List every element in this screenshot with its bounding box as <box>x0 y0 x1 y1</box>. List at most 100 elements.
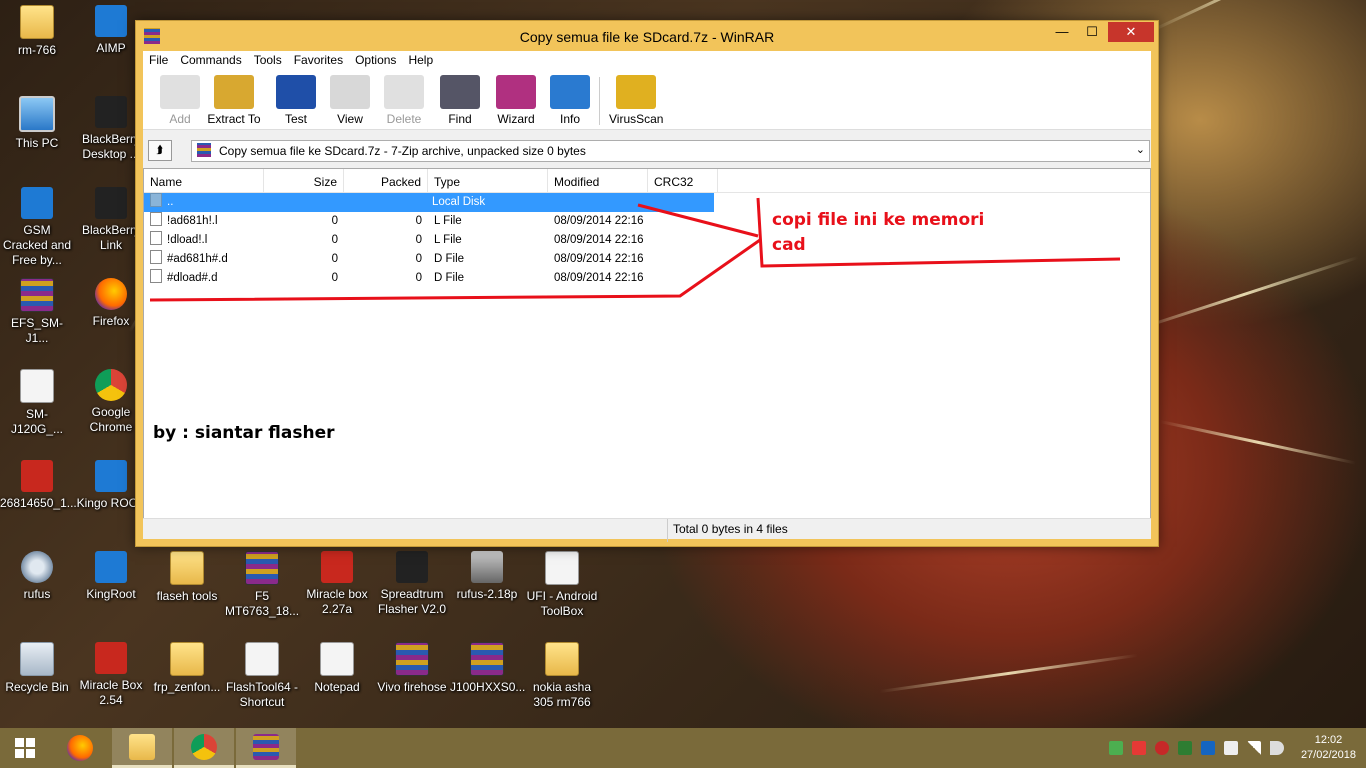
menu-options[interactable]: Options <box>349 51 402 71</box>
usb-icon <box>471 551 503 583</box>
signal-icon[interactable] <box>1246 741 1261 755</box>
extract-to-button[interactable]: Extract To <box>207 75 261 126</box>
shortcut-icon <box>245 642 279 676</box>
file-rows: .. Local Disk !ad681h!.l 0 0 L File 08/09/2014… <box>144 193 1150 288</box>
view-button[interactable]: View <box>323 75 377 126</box>
test-button[interactable]: Test <box>269 75 323 126</box>
column-header-size[interactable]: Size <box>264 169 344 192</box>
parent-folder-icon <box>150 193 162 207</box>
column-header-packed[interactable]: Packed <box>344 169 428 192</box>
taskbar-chrome[interactable] <box>174 728 234 768</box>
taskbar-winrar[interactable] <box>236 728 296 768</box>
antivirus-icon[interactable] <box>1154 741 1169 755</box>
network-share-icon[interactable] <box>1177 741 1192 755</box>
menu-favorites[interactable]: Favorites <box>288 51 349 71</box>
status-bar: Total 0 bytes in 4 files <box>143 518 1151 542</box>
battery-icon[interactable] <box>1223 741 1238 755</box>
desktop-icon-label: This PC <box>15 136 59 150</box>
drive-key-icon[interactable] <box>148 523 176 533</box>
desktop-icon[interactable]: This PC <box>0 96 74 151</box>
add-button[interactable]: Add <box>153 75 207 126</box>
table-row[interactable]: !ad681h!.l 0 0 L File 08/09/2014 22:16 <box>144 212 1150 231</box>
column-header-type[interactable]: Type <box>428 169 548 192</box>
desktop-icon[interactable]: Recycle Bin <box>0 642 74 695</box>
desktop-icon[interactable]: J100HXXS0... <box>450 642 526 695</box>
desktop-icon[interactable]: rm-766 <box>0 5 74 58</box>
flag-icon[interactable] <box>1131 741 1146 755</box>
winrar-icon <box>253 733 279 760</box>
cell-size: 0 <box>331 234 338 246</box>
menu-commands[interactable]: Commands <box>174 51 247 71</box>
menu-tools[interactable]: Tools <box>248 51 288 71</box>
find-button[interactable]: Find <box>433 75 487 126</box>
cell-name: .. <box>144 193 263 212</box>
desktop-icon[interactable]: GSM Cracked and Free by... <box>0 187 74 268</box>
table-row[interactable]: #ad681h#.d 0 0 D File 08/09/2014 22:16 <box>144 250 1150 269</box>
desktop-icon-label: UFI - Android ToolBox <box>526 589 598 618</box>
desktop-icon[interactable]: Miracle box 2.27a <box>300 551 374 617</box>
desktop-icon[interactable]: Miracle Box 2.54 <box>74 642 148 708</box>
column-header-modified[interactable]: Modified <box>548 169 648 192</box>
close-button[interactable]: ✕ <box>1108 22 1154 42</box>
chrome-icon <box>191 733 217 760</box>
delete-button[interactable]: Delete <box>377 75 431 126</box>
wizard-button[interactable]: Wizard <box>489 75 543 126</box>
desktop-icon[interactable]: frp_zenfon... <box>150 642 224 695</box>
desktop-icon-label: FlashTool64 - Shortcut <box>225 680 299 709</box>
archive-path-dropdown[interactable]: Copy semua file ke SDcard.7z - 7-Zip arc… <box>191 140 1150 162</box>
volume-icon[interactable] <box>1269 741 1284 755</box>
extract-to-icon <box>214 75 254 109</box>
desktop-icon[interactable]: nokia asha 305 rm766 <box>525 642 599 710</box>
desktop-icon[interactable]: FlashTool64 - Shortcut <box>225 642 299 710</box>
taskbar-file-explorer[interactable] <box>112 728 172 768</box>
desktop-icon[interactable]: UFI - Android ToolBox <box>525 551 599 619</box>
table-row[interactable]: !dload!.l 0 0 L File 08/09/2014 22:16 <box>144 231 1150 250</box>
cell-type: L File <box>434 215 462 227</box>
virusscan-button[interactable]: VirusScan <box>609 75 663 126</box>
desktop-icon[interactable]: SM-J120G_... <box>0 369 74 437</box>
taskbar-firefox[interactable] <box>50 728 110 768</box>
maximize-button[interactable]: ☐ <box>1078 22 1106 42</box>
address-bar: ⮭ Copy semua file ke SDcard.7z - 7-Zip a… <box>143 135 1151 165</box>
desktop-icon[interactable]: Notepad <box>300 642 374 695</box>
desktop-icon[interactable]: Spreadtrum Flasher V2.0 <box>375 551 449 617</box>
system-tray: 12:02 27/02/2018 <box>1108 728 1366 768</box>
clock[interactable]: 12:02 27/02/2018 <box>1301 733 1356 763</box>
info-icon <box>550 75 590 109</box>
column-header-name[interactable]: Name <box>144 169 264 192</box>
menu-help[interactable]: Help <box>402 51 439 71</box>
desktop-icon[interactable]: rufus-2.18p <box>450 551 524 602</box>
cell-modified: 08/09/2014 22:16 <box>554 215 644 227</box>
archive-path-text: Copy semua file ke SDcard.7z - 7-Zip arc… <box>219 144 586 158</box>
desktop-icon[interactable]: Vivo firehose <box>375 642 449 695</box>
info-button[interactable]: Info <box>543 75 597 126</box>
desktop-icon-label: J100HXXS0... <box>450 680 526 694</box>
desktop-icon[interactable]: F5 MT6763_18... <box>225 551 299 619</box>
menu-file[interactable]: File <box>143 51 174 71</box>
desktop-icon[interactable]: KingRoot <box>74 551 148 602</box>
ufi-icon <box>545 551 579 585</box>
desktop-icon[interactable]: flaseh tools <box>150 551 224 604</box>
menu-bar: File Commands Tools Favorites Options Help <box>143 51 1151 71</box>
shield-icon[interactable] <box>1108 741 1123 755</box>
bluetooth-icon[interactable] <box>1200 741 1215 755</box>
title-bar[interactable]: Copy semua file ke SDcard.7z - WinRAR — … <box>136 21 1158 51</box>
window-client: File Commands Tools Favorites Options Help Ad… <box>143 51 1151 542</box>
this-pc-icon <box>19 96 55 132</box>
desktop-icon[interactable]: 26814650_1... <box>0 460 77 511</box>
chevron-down-icon[interactable]: ⌄ <box>1136 143 1145 156</box>
up-folder-button[interactable]: ⮭ <box>148 140 172 161</box>
desktop-icon[interactable]: rufus <box>0 551 74 602</box>
desktop-icon[interactable]: EFS_SM-J1... <box>0 278 74 346</box>
desktop-icon-label: nokia asha 305 rm766 <box>532 680 592 709</box>
file-name: #ad681h#.d <box>167 253 228 265</box>
file-list[interactable]: Name Size Packed Type Modified CRC32 .. Local … <box>143 168 1151 520</box>
minimize-button[interactable]: — <box>1048 22 1076 42</box>
file-icon <box>20 369 54 403</box>
cell-modified: 08/09/2014 22:16 <box>554 272 644 284</box>
table-row[interactable]: #dload#.d 0 0 D File 08/09/2014 22:16 <box>144 269 1150 288</box>
column-header-crc32[interactable]: CRC32 <box>648 169 718 192</box>
image-icon <box>21 460 53 492</box>
start-button[interactable] <box>0 728 50 768</box>
table-row[interactable]: .. Local Disk <box>144 193 714 212</box>
